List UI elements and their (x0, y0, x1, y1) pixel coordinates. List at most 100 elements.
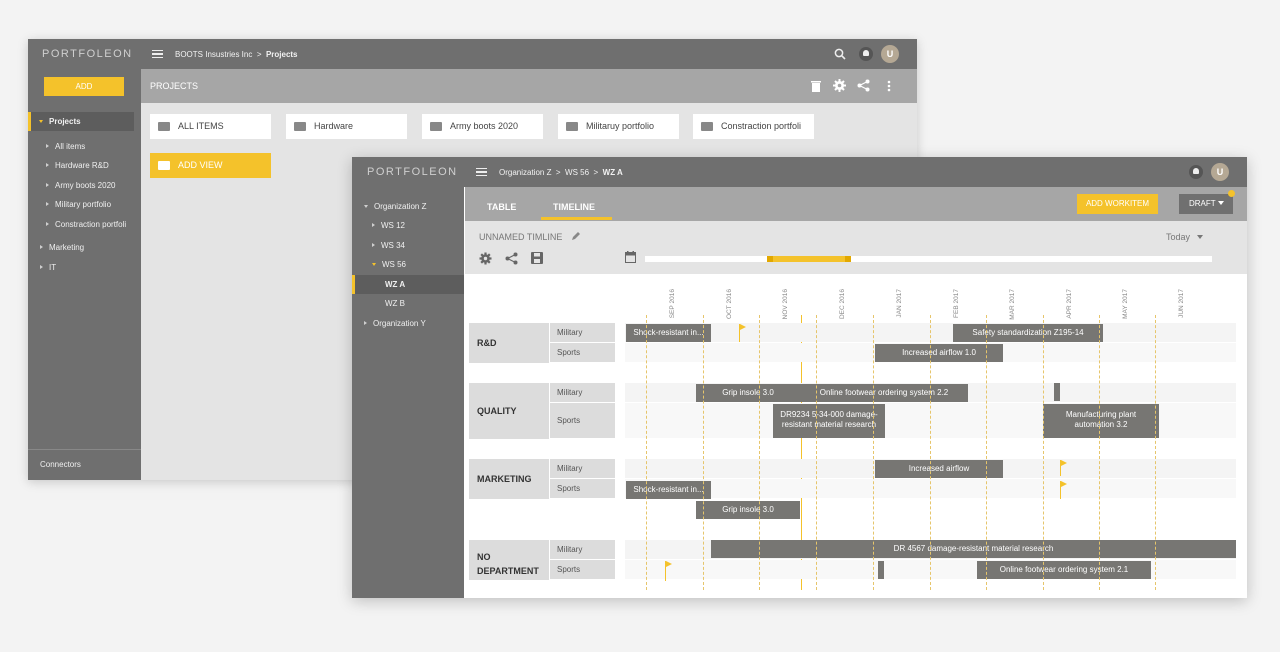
timeline-window: PORTFOLEON Organization Z > WS 56 > WZ A… (352, 157, 1247, 598)
breadcrumb: Organization Z > WS 56 > WZ A (499, 168, 623, 177)
menu-icon[interactable] (476, 168, 487, 176)
folder-icon (701, 122, 713, 131)
workitem-bar[interactable]: Increased airflow (875, 460, 1003, 478)
caret-down-icon (1217, 201, 1224, 205)
month-label: SEP 2016 (669, 289, 676, 319)
sidebar-item-org-z[interactable]: Organization Z (364, 202, 426, 211)
workitem-bar[interactable]: Safety standardization Z195-14 (953, 324, 1103, 342)
tile-hardware[interactable]: Hardware (286, 114, 407, 139)
gear-icon[interactable] (479, 252, 492, 265)
workitem-bar[interactable]: DR 4567 damage-resistant material resear… (711, 540, 1236, 558)
month-gridline (703, 315, 704, 590)
range-slider-track[interactable] (645, 256, 1212, 262)
breadcrumb-current: Projects (265, 50, 298, 59)
draft-dropdown[interactable]: DRAFT (1179, 194, 1233, 214)
save-icon[interactable] (531, 252, 543, 264)
month-gridline (646, 315, 647, 590)
month-label: JUN 2017 (1178, 289, 1185, 318)
share-icon[interactable] (505, 252, 518, 265)
workitem-bar[interactable]: DR9234 5-34-000 damage-resistant materia… (773, 404, 885, 438)
tile-all-items[interactable]: ALL ITEMS (150, 114, 271, 139)
breadcrumb-ws[interactable]: WS 56 (565, 168, 589, 177)
timeline-name[interactable]: UNNAMED TIMLINE (479, 232, 562, 242)
today-dropdown[interactable]: Today (1166, 232, 1203, 242)
workitem-bar[interactable]: Online footwear ordering system 2.1 (977, 561, 1151, 579)
sidebar-item-label: Projects (39, 117, 81, 126)
avatar[interactable]: U (881, 45, 899, 63)
milestone-bar[interactable] (878, 561, 884, 579)
workitem-bar[interactable]: Manufacturing plant automation 3.2 (1043, 404, 1159, 438)
lane-label: Sports (550, 479, 615, 498)
chevron-right-icon (40, 265, 43, 269)
tile-army-boots[interactable]: Army boots 2020 (422, 114, 543, 139)
flag-icon[interactable] (665, 561, 672, 581)
chevron-right-icon (372, 243, 375, 247)
search-icon[interactable] (834, 48, 846, 60)
add-view-button[interactable]: ADD VIEW (150, 153, 271, 178)
range-slider-handle-left[interactable] (767, 256, 773, 262)
tab-table[interactable]: TABLE (487, 202, 516, 212)
workitem-bar[interactable]: Grip insole 3.0 (696, 501, 800, 519)
month-label: DEC 2016 (839, 289, 846, 320)
workitem-bar[interactable]: Shock-resistant in... (626, 481, 711, 499)
sidebar-item-military[interactable]: Military portfolio (46, 200, 111, 209)
breadcrumb-separator: > (555, 168, 561, 177)
gear-icon[interactable] (833, 79, 846, 92)
flag-icon[interactable] (739, 324, 746, 342)
sidebar-item-org-y[interactable]: Organization Y (364, 319, 426, 328)
tile-constraction[interactable]: Constraction portfoli (693, 114, 814, 139)
sidebar-item-ws12[interactable]: WS 12 (372, 221, 405, 230)
sidebar-item-ws34[interactable]: WS 34 (372, 241, 405, 250)
bell-icon[interactable] (1189, 165, 1203, 179)
sidebar-item-constraction[interactable]: Constraction portfoli (46, 220, 126, 229)
bell-icon[interactable] (859, 47, 873, 61)
chevron-right-icon (46, 222, 49, 226)
workitem-bar[interactable]: Online footwear ordering system 2.2 (800, 384, 968, 402)
breadcrumb-current: WZ A (602, 168, 623, 177)
sidebar: Organization Z WS 12 WS 34 WS 56 WZ A WZ… (352, 187, 464, 598)
trash-icon[interactable] (811, 80, 821, 92)
calendar-icon[interactable] (625, 251, 636, 263)
group-label: NO DEPARTMENT (469, 540, 549, 580)
sidebar-item-all-items[interactable]: All items (46, 142, 85, 151)
range-slider-handle-right[interactable] (845, 256, 851, 262)
sidebar-item-wza[interactable]: WZ A (352, 275, 464, 294)
sidebar-item-it[interactable]: IT (40, 263, 56, 272)
folder-icon (158, 122, 170, 131)
page-title: PROJECTS (150, 81, 199, 91)
sidebar-item-hardware[interactable]: Hardware R&D (46, 161, 109, 170)
chevron-right-icon (46, 202, 49, 206)
tile-military[interactable]: Militaruy portfolio (558, 114, 679, 139)
sidebar-item-projects[interactable]: Projects (28, 112, 134, 131)
breadcrumb-org[interactable]: BOOTS Insustries Inc (175, 50, 252, 59)
flag-icon[interactable] (1060, 481, 1067, 499)
sidebar-item-ws56[interactable]: WS 56 (372, 260, 406, 269)
add-folder-icon (158, 161, 170, 170)
workitem-bar[interactable]: Increased airflow 1.0 (875, 344, 1003, 362)
workitem-bar[interactable]: Grip insole 3.0 (696, 384, 800, 402)
milestone-bar[interactable] (1054, 383, 1060, 401)
lane-label: Sports (550, 560, 615, 579)
more-icon[interactable] (887, 80, 891, 92)
add-button[interactable]: ADD (44, 77, 124, 96)
avatar[interactable]: U (1211, 163, 1229, 181)
page-header: PROJECTS (141, 69, 917, 103)
sidebar-item-wzb[interactable]: WZ B (385, 299, 405, 308)
caret-down-icon (1196, 235, 1203, 239)
menu-icon[interactable] (152, 50, 163, 58)
draft-badge (1228, 190, 1235, 197)
breadcrumb-org[interactable]: Organization Z (499, 168, 551, 177)
breadcrumb: BOOTS Insustries Inc > Projects (175, 50, 298, 59)
connectors-link[interactable]: Connectors (40, 460, 81, 469)
flag-icon[interactable] (1060, 460, 1067, 476)
pencil-icon[interactable] (572, 232, 580, 240)
range-slider-selection[interactable] (767, 256, 851, 262)
workitem-bar[interactable]: Shock-resistant in... (626, 324, 711, 342)
sidebar-item-army-boots[interactable]: Army boots 2020 (46, 181, 115, 190)
tab-timeline[interactable]: TIMELINE (553, 202, 595, 212)
month-label: NOV 2016 (782, 289, 789, 320)
share-icon[interactable] (857, 79, 870, 92)
add-workitem-button[interactable]: ADD WORKITEM (1077, 194, 1158, 214)
sidebar-item-marketing[interactable]: Marketing (40, 243, 84, 252)
app-logo: PORTFOLEON (42, 48, 133, 60)
